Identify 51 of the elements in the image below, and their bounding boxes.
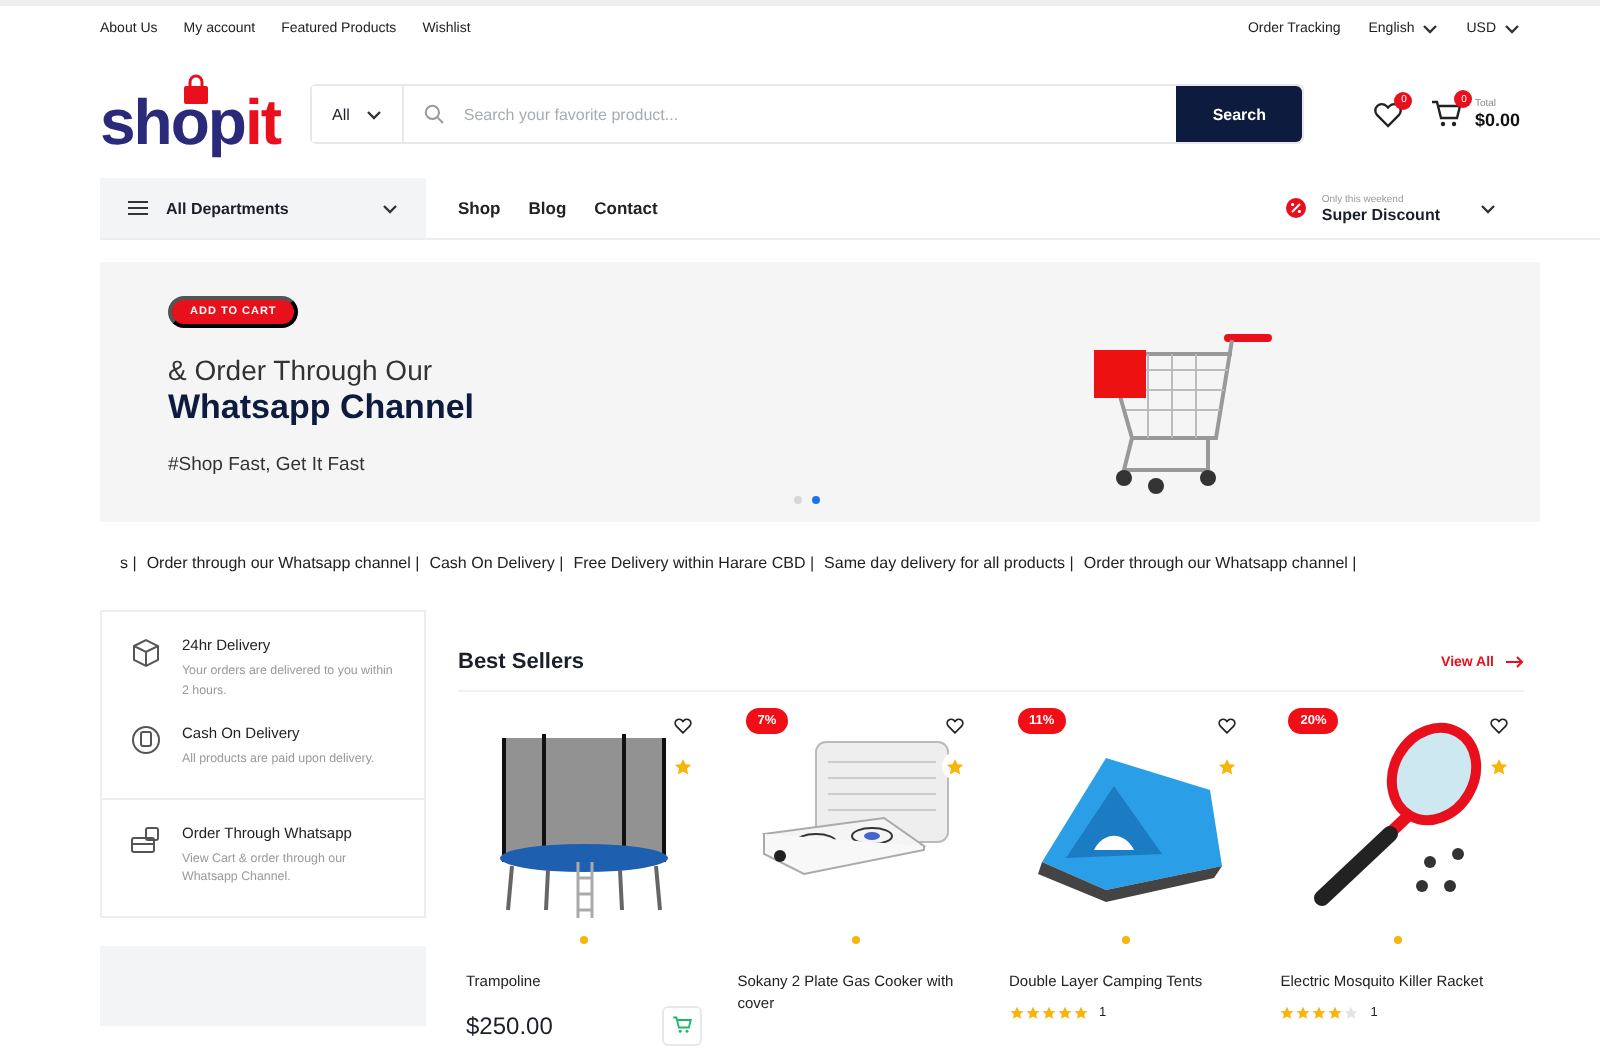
search-bar[interactable]: All Search your favorite product... Search — [310, 84, 1304, 144]
search-icon — [423, 104, 444, 124]
star-icon — [946, 757, 964, 775]
image-dot[interactable] — [1122, 936, 1131, 944]
nav-link[interactable]: Contact — [594, 198, 658, 218]
chevron-down-icon — [1422, 23, 1439, 33]
ticker-text: Order through our Whatsapp channel | — [1083, 553, 1357, 571]
ticker-text: Free Delivery within Harare CBD | — [573, 553, 815, 571]
heart-icon — [946, 718, 964, 734]
chevron-down-icon — [382, 203, 398, 213]
hero-title: Whatsapp Channel — [168, 388, 475, 428]
package-icon — [130, 636, 162, 668]
arrow-right-icon — [1506, 656, 1524, 668]
logo[interactable]: shopit — [100, 74, 310, 154]
ticker-text: s | — [120, 553, 137, 571]
cart-button[interactable] — [1430, 100, 1463, 128]
star-icon — [674, 757, 693, 775]
chevron-down-icon — [1504, 23, 1520, 33]
ticker-text: Order through our Whatsapp channel | — [146, 553, 420, 571]
image-dot[interactable] — [1394, 936, 1403, 944]
hero-tagline: #Shop Fast, Get It Fast — [168, 454, 365, 476]
product-price: $250.00 — [466, 1011, 553, 1040]
wishlist-button[interactable] — [1374, 101, 1403, 127]
ticker-text: Same day delivery for all products | — [824, 553, 1074, 571]
image-dot[interactable] — [851, 936, 860, 944]
cart-icon — [671, 1016, 692, 1035]
carousel-dot[interactable] — [812, 496, 820, 504]
star-icon — [1217, 757, 1236, 775]
menu-icon — [128, 200, 148, 216]
add-to-cart-button[interactable] — [661, 1005, 702, 1046]
card-icon — [130, 823, 162, 856]
discount-icon — [1285, 198, 1306, 218]
heart-icon — [1489, 718, 1507, 734]
heart-icon — [674, 718, 693, 734]
nav-link[interactable]: Blog — [528, 198, 567, 218]
chevron-down-icon — [365, 109, 382, 119]
star-icon — [1489, 757, 1507, 775]
carousel-dot[interactable] — [794, 496, 802, 504]
search-button[interactable]: Search — [1176, 86, 1302, 142]
section-title: Best Sellers — [458, 650, 584, 674]
hero-subtitle: & Order Through Our — [168, 354, 433, 386]
departments-button[interactable]: All Departments — [100, 178, 426, 238]
category-select[interactable]: All — [312, 86, 404, 142]
heart-icon — [1217, 718, 1236, 734]
search-field[interactable]: Search your favorite product... — [459, 103, 1157, 125]
ticker-text: Cash On Delivery | — [429, 553, 564, 571]
image-dot[interactable] — [579, 936, 588, 944]
chevron-down-icon — [1480, 203, 1496, 213]
phone-icon — [130, 724, 162, 757]
nav-link[interactable]: Shop — [458, 198, 501, 218]
cart-total: $0.00 — [1474, 110, 1520, 130]
